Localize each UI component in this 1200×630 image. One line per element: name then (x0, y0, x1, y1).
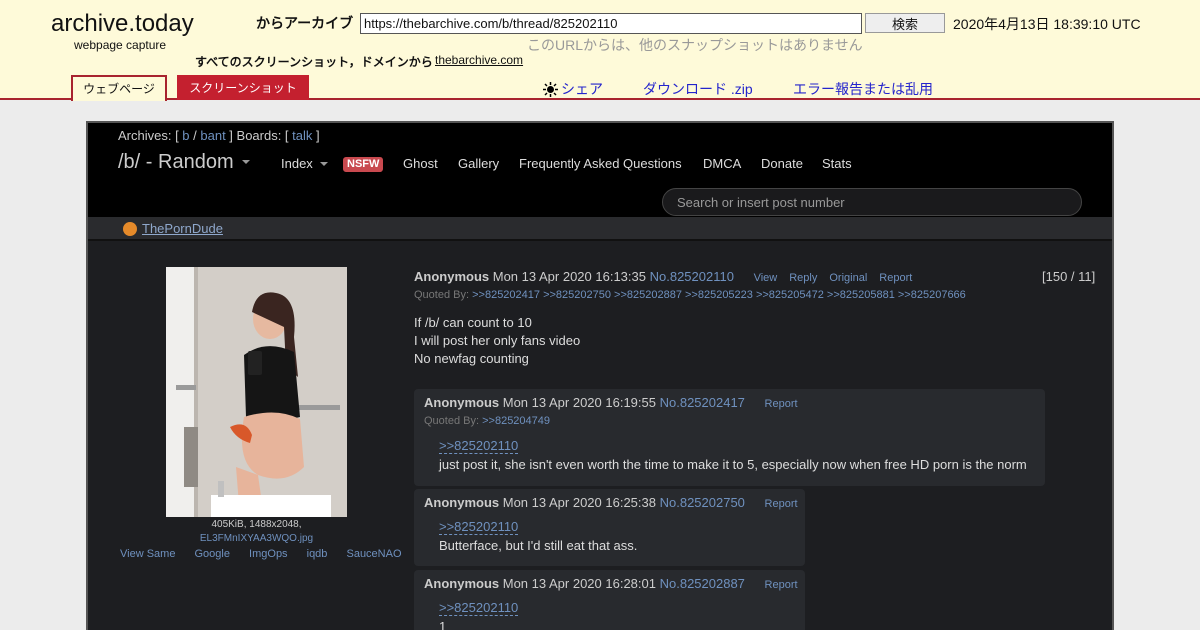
reply-body: 1 (439, 619, 447, 630)
board-title[interactable]: /b/ - Random (118, 151, 250, 174)
archives-label: Archives: [ (118, 128, 183, 143)
quote-link[interactable]: >>825202110 (439, 600, 519, 616)
post-actions: View Reply Original Report (754, 272, 925, 284)
reply-header: Anonymous Mon 13 Apr 2020 16:28:01 No.82… (424, 576, 798, 591)
report-link[interactable]: Report (765, 398, 798, 410)
post-date: Mon 13 Apr 2020 16:13:35 (492, 269, 646, 284)
reply-post: Anonymous Mon 13 Apr 2020 16:19:55 No.82… (414, 389, 1045, 486)
board-link-talk[interactable]: talk (292, 128, 312, 143)
op-quoted-by: Quoted By: >>825202417 >>825202750 >>825… (414, 289, 966, 301)
archives-line: Archives: [ b / bant ] Boards: [ talk ] (118, 128, 320, 143)
thread-reply-count: [150 / 11] (1042, 269, 1096, 284)
from-archive-label: からアーカイブ (256, 15, 354, 31)
share-icon (543, 82, 558, 97)
report-abuse-link[interactable]: エラー報告または乱用 (793, 79, 933, 99)
view-same-link[interactable]: View Same (120, 548, 175, 560)
share-label: シェア (561, 81, 603, 97)
post-number[interactable]: No.825202750 (660, 495, 745, 510)
original-link[interactable]: Original (829, 272, 867, 284)
archive-logo-subtitle: webpage capture (74, 38, 167, 52)
chevron-down-icon (319, 162, 328, 166)
tab-webpage[interactable]: ウェブページ (71, 75, 167, 101)
post-date: Mon 13 Apr 2020 16:19:55 (502, 395, 656, 410)
reply-post: Anonymous Mon 13 Apr 2020 16:25:38 No.82… (414, 489, 805, 566)
post-author: Anonymous (424, 395, 500, 410)
share-link[interactable]: シェア (543, 79, 603, 99)
view-link[interactable]: View (754, 272, 778, 284)
quoted-by-label: Quoted By: (424, 415, 480, 427)
archive-header: archive.today webpage capture からアーカイブ 検索… (0, 0, 1200, 101)
google-link[interactable]: Google (195, 548, 230, 560)
download-zip-link[interactable]: ダウンロード .zip (643, 79, 753, 99)
archive-logo[interactable]: archive.today (51, 10, 194, 38)
boards-label: ] Boards: [ (225, 128, 293, 143)
nav-faq[interactable]: Frequently Asked Questions (519, 156, 682, 171)
iqdb-link[interactable]: iqdb (307, 548, 328, 560)
post-number[interactable]: No.825202417 (660, 395, 745, 410)
nav-dmca[interactable]: DMCA (703, 156, 741, 171)
report-link[interactable]: Report (879, 272, 912, 284)
saucenao-link[interactable]: SauceNAO (346, 548, 401, 560)
archive-link-b[interactable]: b (182, 128, 189, 143)
post-date: Mon 13 Apr 2020 16:25:38 (502, 495, 656, 510)
op-file-name[interactable]: EL3FMnIXYAA3WQO.jpg (166, 533, 347, 544)
nav-ghost[interactable]: Ghost (403, 156, 438, 171)
post-search-input[interactable] (662, 188, 1082, 216)
reply-body: just post it, she isn't even worth the t… (439, 457, 1027, 472)
board-title-text: /b/ - Random (118, 151, 234, 173)
nav-donate[interactable]: Donate (761, 156, 803, 171)
quoted-by-links[interactable]: >>825202417 >>825202750 >>825202887 >>82… (472, 289, 966, 301)
reply-quoted-by: Quoted By: >>825204749 (424, 415, 550, 427)
ad-link-label: ThePornDude (142, 221, 223, 236)
search-button[interactable]: 検索 (865, 13, 945, 33)
quoted-by-links[interactable]: >>825204749 (482, 415, 550, 427)
nsfw-badge: NSFW (343, 157, 384, 172)
post-number[interactable]: No.825202110 (650, 269, 734, 284)
quote-link[interactable]: >>825202110 (439, 438, 519, 454)
op-post-header: Anonymous Mon 13 Apr 2020 16:13:35 No.82… (414, 269, 924, 284)
post-line: I will post her only fans video (414, 333, 581, 348)
chevron-down-icon (241, 160, 250, 164)
reply-header: Anonymous Mon 13 Apr 2020 16:25:38 No.82… (424, 495, 798, 510)
post-author: Anonymous (424, 495, 500, 510)
post-author: Anonymous (424, 576, 500, 591)
reply-body: Butterface, but I'd still eat that ass. (439, 538, 638, 553)
ad-strip: ThePornDude (88, 217, 1112, 241)
reply-post: Anonymous Mon 13 Apr 2020 16:28:01 No.82… (414, 570, 805, 630)
capture-date: 2020年4月13日 18:39:10 UTC (953, 16, 1141, 32)
captured-page: Archives: [ b / bant ] Boards: [ talk ] … (86, 121, 1114, 630)
url-input[interactable] (360, 13, 862, 34)
op-file-meta: 405KiB, 1488x2048, (211, 519, 302, 530)
op-post-body: If /b/ can count to 10 I will post her o… (414, 314, 580, 368)
site-navbar: Archives: [ b / bant ] Boards: [ talk ] … (88, 123, 1112, 217)
tab-screenshot[interactable]: スクリーンショット (177, 75, 309, 100)
post-author: Anonymous (414, 269, 490, 284)
quoted-by-label: Quoted By: (414, 289, 470, 301)
reply-header: Anonymous Mon 13 Apr 2020 16:19:55 No.82… (424, 395, 798, 410)
post-line: If /b/ can count to 10 (414, 315, 532, 330)
report-link[interactable]: Report (765, 498, 798, 510)
nav-stats[interactable]: Stats (822, 156, 852, 171)
post-number[interactable]: No.825202887 (660, 576, 745, 591)
no-other-snapshots-text: このURLからは、他のスナップショットはありません (527, 37, 863, 53)
report-link[interactable]: Report (765, 579, 798, 591)
post-line: No newfag counting (414, 351, 529, 366)
quote-link[interactable]: >>825202110 (439, 519, 519, 535)
nav-index[interactable]: Index (281, 156, 328, 171)
nav-gallery[interactable]: Gallery (458, 156, 499, 171)
nav-index-label: Index (281, 156, 313, 171)
all-screenshots-label: すべてのスクリーンショット，ドメインから (195, 55, 433, 69)
fox-logo-icon (123, 222, 137, 236)
reply-link[interactable]: Reply (789, 272, 817, 284)
domain-link[interactable]: thebarchive.com (435, 53, 523, 67)
image-tools: View Same Google ImgOps iqdb SauceNAO (120, 548, 432, 560)
imgops-link[interactable]: ImgOps (249, 548, 288, 560)
archive-link-bant[interactable]: bant (200, 128, 225, 143)
ad-link[interactable]: ThePornDude (123, 221, 223, 236)
boards-close: ] (312, 128, 320, 143)
op-thumbnail-image[interactable] (166, 267, 347, 517)
post-date: Mon 13 Apr 2020 16:28:01 (502, 576, 656, 591)
